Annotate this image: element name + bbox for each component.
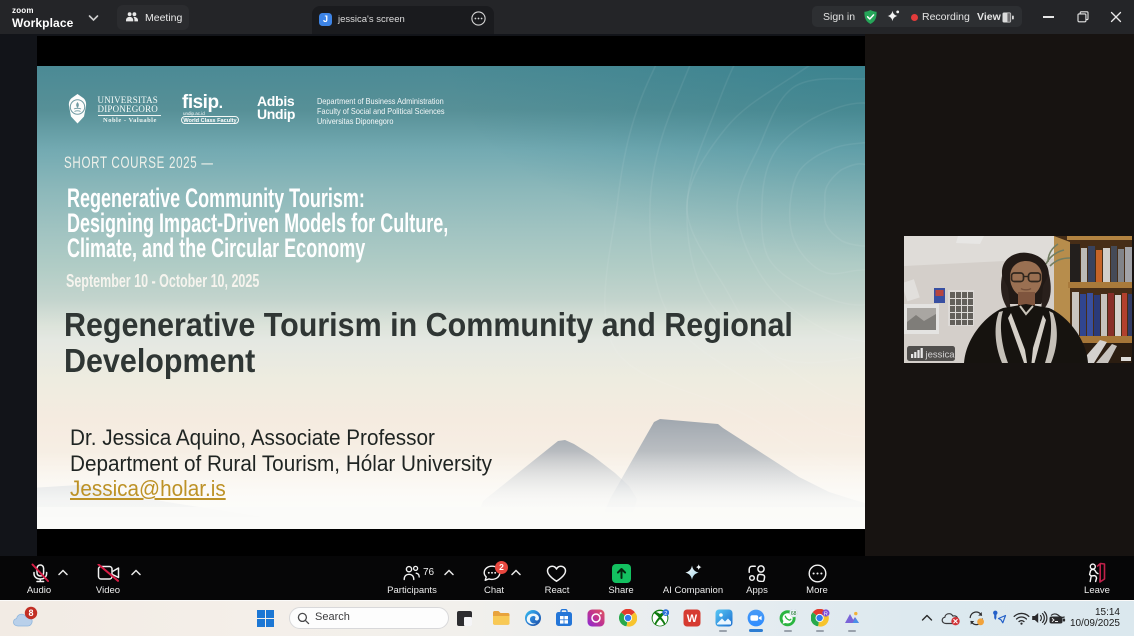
svg-text:R: R — [824, 611, 828, 617]
svg-text:8: 8 — [28, 608, 33, 618]
svg-text:2: 2 — [664, 611, 667, 617]
svg-text:68: 68 — [791, 611, 797, 617]
svg-text:W: W — [687, 613, 698, 625]
